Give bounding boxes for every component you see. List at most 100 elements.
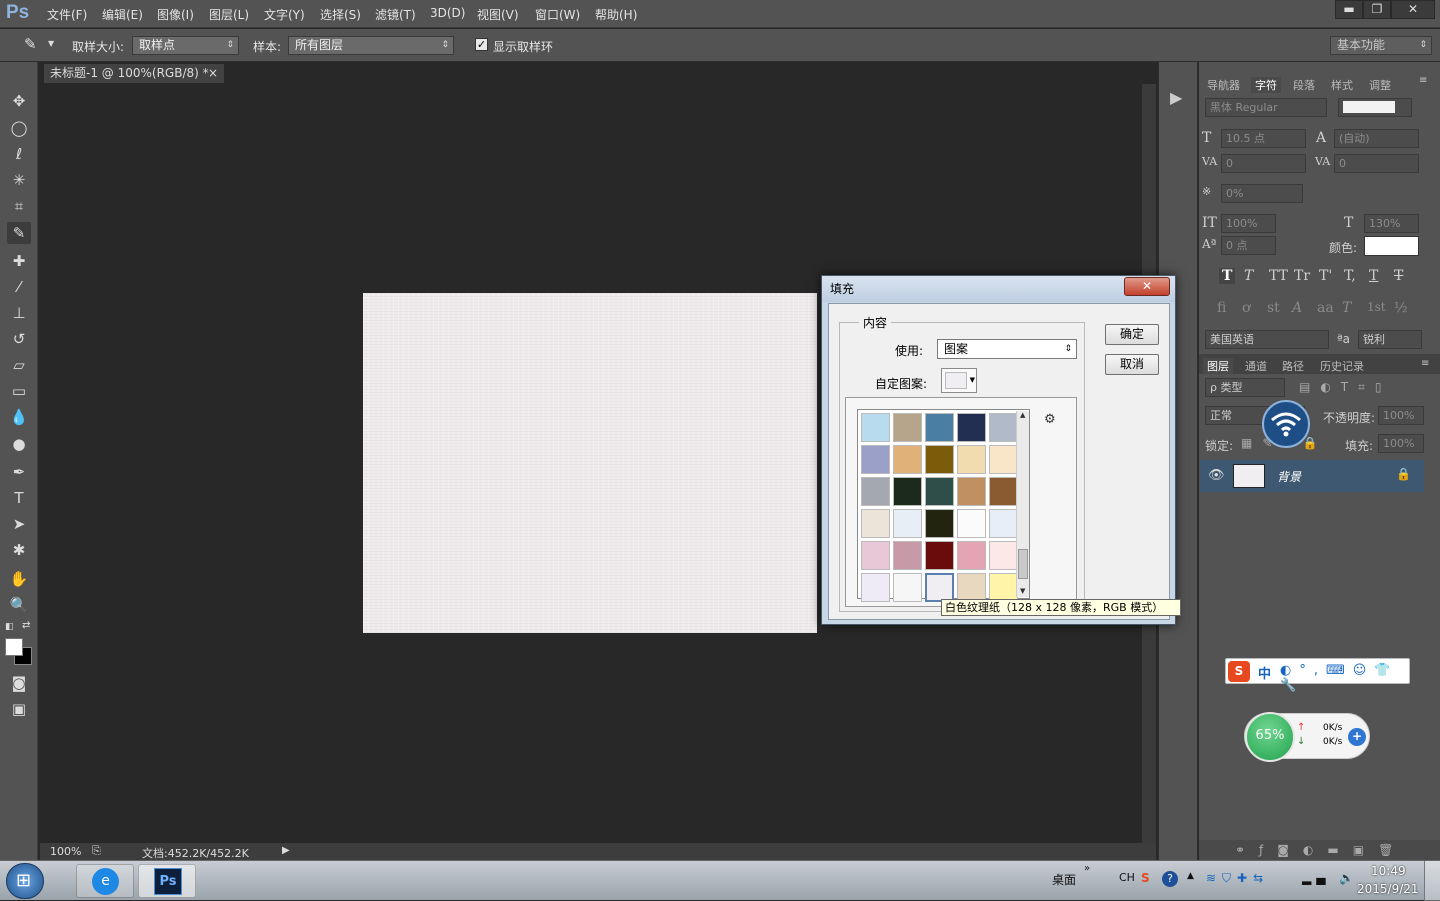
menu-image[interactable]: 图像(I): [157, 6, 194, 23]
opacity-field[interactable]: 100%: [1378, 406, 1424, 425]
kerning-field[interactable]: 0: [1221, 154, 1306, 173]
tab-adjustments[interactable]: 调整: [1369, 77, 1391, 93]
blur-tool-icon[interactable]: 💧: [7, 406, 31, 428]
strikethrough-button[interactable]: T: [1394, 268, 1403, 284]
text-color-swatch[interactable]: [1364, 236, 1419, 256]
pattern-swatch[interactable]: [861, 509, 890, 538]
dodge-tool-icon[interactable]: ●: [7, 433, 31, 455]
swap-colors-icon[interactable]: ⇄: [22, 620, 30, 631]
taskbar-app-photoshop[interactable]: Ps: [138, 864, 196, 898]
scroll-thumb[interactable]: [1018, 549, 1028, 579]
sample-size-select[interactable]: 取样点 ⇕: [132, 36, 239, 55]
lasso-tool-icon[interactable]: ℓ: [7, 143, 31, 165]
fractions-button[interactable]: ½: [1394, 300, 1408, 316]
pattern-swatch[interactable]: [861, 413, 890, 442]
pattern-swatch[interactable]: [957, 541, 986, 570]
pattern-swatch[interactable]: [925, 477, 954, 506]
document-tab[interactable]: 未标题-1 @ 100%(RGB/8) * ×: [44, 64, 224, 83]
move-tool-icon[interactable]: ✥: [7, 90, 31, 112]
menu-edit[interactable]: 编辑(E): [102, 6, 143, 23]
marquee-tool-icon[interactable]: ◯: [7, 117, 31, 139]
pattern-swatch[interactable]: [893, 477, 922, 506]
gradient-tool-icon[interactable]: ▭: [7, 380, 31, 402]
vertical-scale-field[interactable]: 100%: [1221, 214, 1276, 233]
export-icon[interactable]: ⎘: [92, 844, 101, 858]
tray-icons[interactable]: ≋⛉✚⇆: [1206, 871, 1269, 886]
custom-pattern-picker[interactable]: ▼: [941, 368, 977, 393]
eye-icon[interactable]: 👁: [1208, 468, 1225, 483]
close-window-button[interactable]: ✕: [1391, 0, 1435, 19]
subscript-button[interactable]: T,: [1344, 268, 1356, 284]
start-button[interactable]: ⊞: [6, 863, 44, 899]
healing-brush-tool-icon[interactable]: ✚: [7, 250, 31, 272]
use-select[interactable]: 图案 ⇕: [937, 339, 1077, 359]
tool-preset-arrow-icon[interactable]: ▼: [48, 39, 54, 48]
sample-select[interactable]: 所有图层 ⇕: [288, 36, 454, 55]
baseline-field[interactable]: 0 点: [1221, 236, 1276, 255]
network-speed-widget[interactable]: 65% ↑ ↓ 0K/s 0K/s +: [1244, 712, 1370, 762]
pattern-swatch[interactable]: [925, 573, 954, 602]
eyedropper-tool-icon[interactable]: ✎: [7, 222, 31, 244]
cancel-button[interactable]: 取消: [1105, 354, 1159, 375]
pattern-swatch[interactable]: [925, 413, 954, 442]
zoom-tool-icon[interactable]: 🔍: [7, 594, 31, 616]
pattern-swatch[interactable]: [957, 445, 986, 474]
swash-button[interactable]: A: [1292, 300, 1302, 316]
horizontal-scale-field[interactable]: 130%: [1364, 214, 1419, 233]
pattern-swatch[interactable]: [893, 573, 922, 602]
layer-filter-select[interactable]: ρ 类型: [1205, 378, 1285, 397]
layer-footer-icons[interactable]: ⚭ƒ◙◐▬▣🗑: [1235, 843, 1407, 857]
pattern-swatch[interactable]: [925, 541, 954, 570]
fill-field[interactable]: 100%: [1378, 434, 1424, 453]
panel-menu-icon[interactable]: ≡: [1419, 75, 1427, 86]
history-brush-tool-icon[interactable]: ↺: [7, 328, 31, 350]
clock-date[interactable]: 2015/9/21: [1357, 882, 1419, 896]
status-menu-arrow-icon[interactable]: ▶: [282, 845, 290, 856]
underline-button[interactable]: T: [1369, 268, 1378, 284]
document-canvas[interactable]: [363, 293, 817, 633]
foreground-color-swatch[interactable]: [5, 638, 23, 656]
language-select[interactable]: 美国英语: [1205, 330, 1329, 349]
memory-percent-ball[interactable]: 65%: [1245, 712, 1295, 762]
menu-select[interactable]: 选择(S): [320, 6, 361, 23]
antialias-select[interactable]: 锐利: [1358, 330, 1422, 349]
chevron-right-icon[interactable]: »: [1084, 863, 1090, 874]
gear-icon[interactable]: ⚙: [1044, 412, 1056, 427]
stylistic-alternates-button[interactable]: aa: [1317, 300, 1334, 316]
layers-menu-icon[interactable]: ≡: [1421, 358, 1429, 369]
type-tool-icon[interactable]: T: [7, 487, 31, 509]
menu-filter[interactable]: 滤镜(T): [375, 6, 416, 23]
play-action-icon[interactable]: ▶: [1170, 88, 1182, 107]
superscript-button[interactable]: T': [1319, 268, 1332, 284]
pattern-swatch[interactable]: [893, 445, 922, 474]
pattern-swatch[interactable]: [989, 509, 1018, 538]
tab-navigator[interactable]: 导航器: [1207, 77, 1240, 93]
wifi-icon[interactable]: [1262, 400, 1310, 448]
faux-bold-button[interactable]: T: [1219, 268, 1236, 284]
tab-history[interactable]: 历史记录: [1320, 358, 1364, 374]
menu-window[interactable]: 窗口(W): [535, 6, 580, 23]
tab-paths[interactable]: 路径: [1282, 358, 1304, 374]
quick-mask-icon[interactable]: ◙: [7, 672, 31, 694]
all-caps-button[interactable]: TT: [1269, 268, 1288, 284]
menu-view[interactable]: 视图(V): [477, 6, 519, 23]
menu-layer[interactable]: 图层(L): [209, 6, 249, 23]
pattern-swatch[interactable]: [925, 509, 954, 538]
screen-mode-icon[interactable]: ▣: [7, 698, 31, 720]
scroll-up-icon[interactable]: ▲: [1020, 411, 1025, 419]
pattern-swatch[interactable]: [989, 573, 1018, 602]
layer-name[interactable]: 背景: [1277, 468, 1301, 485]
taskbar-app-browser[interactable]: e: [76, 864, 134, 898]
pattern-swatch[interactable]: [989, 413, 1018, 442]
pattern-swatch[interactable]: [957, 413, 986, 442]
tab-channels[interactable]: 通道: [1245, 358, 1267, 374]
add-icon[interactable]: +: [1348, 728, 1366, 746]
magic-wand-tool-icon[interactable]: ✳: [7, 169, 31, 191]
pattern-swatch[interactable]: [957, 573, 986, 602]
clone-stamp-tool-icon[interactable]: ⊥: [7, 302, 31, 324]
crop-tool-icon[interactable]: ⌗: [7, 195, 31, 217]
pattern-swatch[interactable]: [893, 541, 922, 570]
tsume-field[interactable]: 0%: [1221, 184, 1303, 203]
show-ring-checkbox[interactable]: ✓: [475, 38, 488, 51]
pattern-swatch[interactable]: [861, 573, 890, 602]
